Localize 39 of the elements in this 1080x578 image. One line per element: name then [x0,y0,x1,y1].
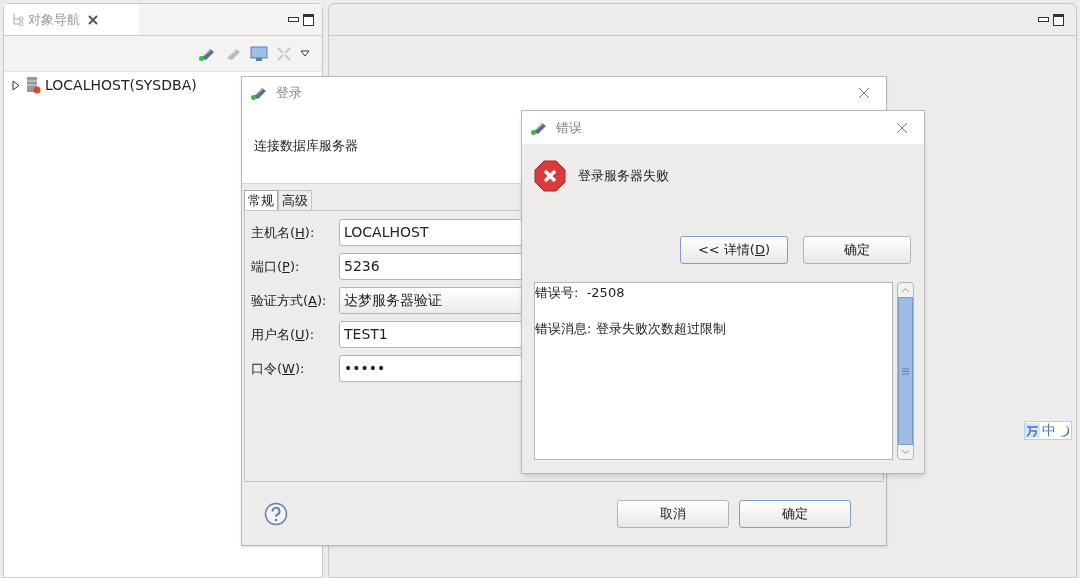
dialog-title: 错误 [556,118,582,137]
ime-mode[interactable]: 中 [1042,420,1056,441]
dialog-header: 连接数据库服务器 [254,137,358,156]
scrollbar[interactable] [897,282,914,460]
details-line: 错误号: -2508 [535,284,626,302]
error-icon [534,160,566,192]
field-label: 端口(P): [251,257,301,276]
field-label: 口令(W): [251,359,306,378]
field-label: 验证方式(A): [251,291,328,310]
maximize-icon[interactable] [303,13,314,26]
grip-icon[interactable] [902,367,909,375]
dialog-title: 登录 [276,84,302,103]
expander-icon[interactable] [12,79,21,91]
tree-label: LOCALHOST(SYSDBA) [45,75,197,95]
minimize-icon[interactable] [1038,16,1049,23]
close-icon[interactable] [858,87,870,99]
plug-icon [250,85,268,101]
tree-icon [12,13,24,26]
dialog-button[interactable]: 确定 [739,499,851,528]
dropdown-icon[interactable] [300,49,310,58]
tab[interactable]: 常规 [244,190,278,210]
tab[interactable]: 高级 [278,190,312,210]
monitor-icon[interactable] [250,45,268,62]
ime-logo-icon[interactable] [1025,423,1040,438]
dialog-button[interactable]: << 详情(D) [680,236,788,264]
field-label: 用户名(U): [251,325,316,344]
server-icon [25,76,41,94]
error-message: 登录服务器失败 [578,167,669,186]
close-icon[interactable] [896,121,908,134]
panel-title: 对象导航 [28,10,80,29]
dialog-button[interactable]: 取消 [617,499,729,528]
close-icon[interactable] [88,14,98,25]
minimize-icon[interactable] [288,16,299,23]
dialog-button[interactable]: 确定 [803,236,911,264]
help-icon[interactable] [264,501,288,526]
details-text-area[interactable]: 错误号: -2508 错误消息: 登录失败次数超过限制 [534,282,893,460]
details-line: 错误消息: 登录失败次数超过限制 [535,320,727,338]
field-label: 主机名(H): [251,223,316,242]
maximize-icon[interactable] [1053,13,1064,26]
